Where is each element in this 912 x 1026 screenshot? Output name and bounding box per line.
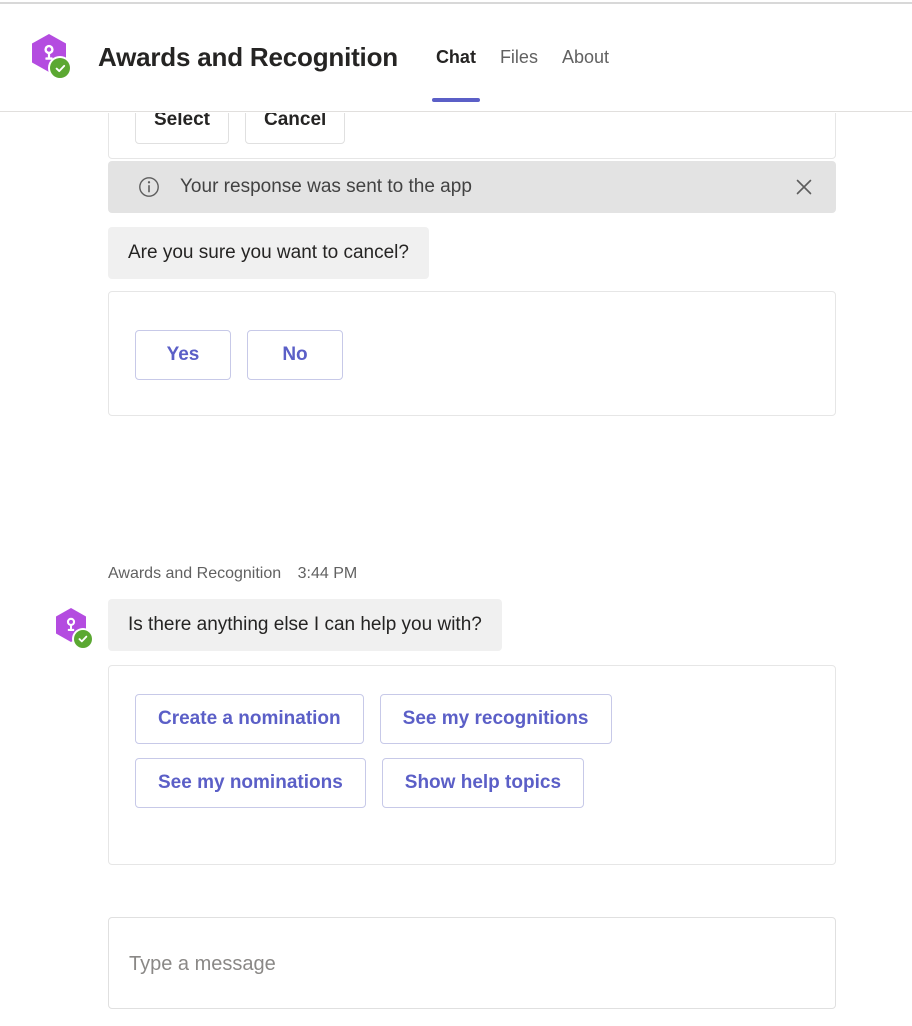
info-circle-icon <box>138 176 160 198</box>
conversation-pane[interactable]: Select Cancel Your response was sent to … <box>0 113 912 1026</box>
tab-bar: Chat Files About <box>424 34 621 102</box>
show-help-topics-button[interactable]: Show help topics <box>381 758 585 808</box>
message-sender: Awards and Recognition <box>108 565 282 582</box>
see-my-nominations-button[interactable]: See my nominations <box>135 758 366 808</box>
message-compose-box[interactable] <box>108 917 836 1010</box>
suggested-actions-row-1: Create a nomination See my recognitions <box>135 694 612 744</box>
tab-files[interactable]: Files <box>488 34 550 80</box>
message-timestamp: 3:44 PM <box>297 565 358 582</box>
previous-action-buttons: Select Cancel <box>135 113 346 144</box>
tab-chat-label: Chat <box>435 47 476 67</box>
select-button[interactable]: Select <box>135 113 229 144</box>
page-title: Awards and Recognition <box>98 41 398 72</box>
message-bubble-bot-reply: Is there anything else I can help you wi… <box>108 599 502 651</box>
message-input[interactable] <box>127 918 821 1010</box>
suggested-actions-row-2: See my nominations Show help topics <box>135 758 612 808</box>
app-header: Awards and Recognition Chat Files About <box>0 4 912 112</box>
yes-button[interactable]: Yes <box>135 330 231 380</box>
tab-about[interactable]: About <box>550 34 621 80</box>
avatar <box>56 608 96 652</box>
suggested-actions-grid: Create a nomination See my recognitions … <box>135 694 612 808</box>
message-meta: Awards and Recognition 3:44 PM <box>108 565 357 583</box>
tab-files-label: Files <box>499 47 538 67</box>
suggested-actions-card: Create a nomination See my recognitions … <box>108 665 836 865</box>
see-my-recognitions-button[interactable]: See my recognitions <box>379 694 612 744</box>
tab-about-label: About <box>561 47 609 67</box>
available-check-icon <box>50 58 70 78</box>
notification-text: Your response was sent to the app <box>180 176 472 197</box>
close-icon[interactable] <box>790 173 818 201</box>
message-bubble-cancel-prompt: Are you sure you want to cancel? <box>108 227 429 279</box>
response-sent-notification: Your response was sent to the app <box>108 161 836 213</box>
cancel-button[interactable]: Cancel <box>244 113 346 144</box>
previous-action-card: Select Cancel <box>108 113 836 159</box>
app-header-content: Awards and Recognition Chat Files About <box>30 34 621 102</box>
tab-chat[interactable]: Chat <box>424 34 488 102</box>
yes-no-button-row: Yes No <box>135 330 343 380</box>
tab-active-indicator <box>431 98 480 102</box>
app-avatar <box>30 34 74 80</box>
no-button[interactable]: No <box>247 330 343 380</box>
available-check-icon <box>74 630 92 648</box>
create-a-nomination-button[interactable]: Create a nomination <box>135 694 364 744</box>
yes-no-card: Yes No <box>108 291 836 416</box>
